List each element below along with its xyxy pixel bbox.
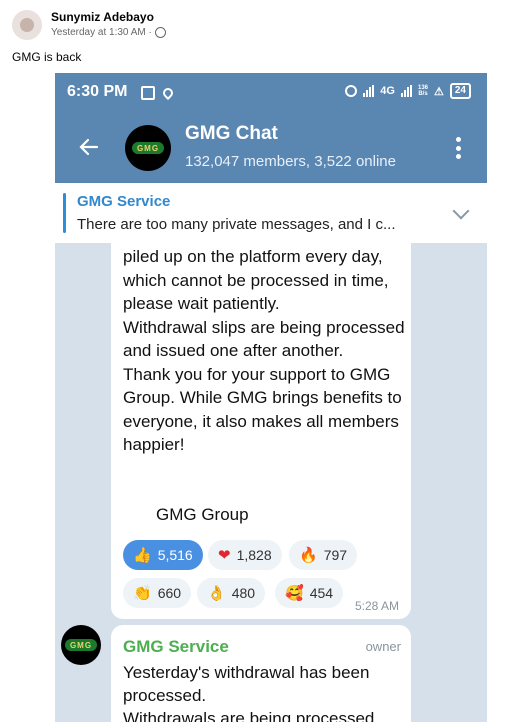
reaction-count: 660 <box>157 585 182 601</box>
smiling-hearts-icon: 🥰 <box>285 584 304 602</box>
signal2-icon <box>400 85 412 97</box>
reaction-ok[interactable]: 👌 480 <box>197 578 266 608</box>
pinned-text: There are too many private messages, and… <box>77 216 396 233</box>
author-avatar[interactable] <box>12 10 42 40</box>
reaction-count: 5,516 <box>157 547 193 563</box>
post-author[interactable]: Sunymiz Adebayo <box>51 10 154 24</box>
message-time: 5:28 AM <box>354 599 399 613</box>
owner-badge: owner <box>365 639 401 654</box>
post-meta: Yesterday at 1:30 AM · <box>51 27 166 38</box>
message-bubble[interactable]: piled up on the platform every day, whic… <box>111 243 411 619</box>
status-time: 6:30 PM <box>67 83 128 100</box>
thumbs-up-icon: 👍 <box>133 546 152 564</box>
reaction-love[interactable]: 🥰 454 <box>275 578 344 608</box>
gmg-logo: GMG <box>132 142 164 154</box>
pinned-message[interactable]: GMG Service There are too many private m… <box>55 183 487 243</box>
reaction-count: 480 <box>231 585 256 601</box>
telegram-screenshot: 6:30 PM 4G 136 B/s ⚠ 24 GMG GMG Chat 132… <box>55 73 487 722</box>
reaction-heart[interactable]: ❤ 1,828 <box>208 540 282 570</box>
signal-icon <box>363 85 375 97</box>
warning-icon: ⚠ <box>434 85 444 98</box>
message-bubble[interactable]: GMG Service owner Yesterday's withdrawal… <box>111 625 411 722</box>
back-arrow-icon[interactable] <box>79 137 99 157</box>
more-menu-icon[interactable] <box>455 137 461 159</box>
member-count: 132,047 members, 3,522 online <box>185 153 396 170</box>
chat-title[interactable]: GMG Chat <box>185 123 278 145</box>
avatar-figure <box>20 18 34 32</box>
sender-avatar[interactable]: GMG <box>61 625 101 665</box>
reaction-count: 797 <box>323 547 348 563</box>
chat-header: GMG GMG Chat 132,047 members, 3,522 onli… <box>55 113 487 183</box>
alarm-icon <box>345 85 358 97</box>
post-time[interactable]: Yesterday at 1:30 AM · <box>51 27 152 38</box>
post-text: GMG is back <box>12 50 82 64</box>
battery-icon: 24 <box>449 83 471 99</box>
reaction-like[interactable]: 👍 5,516 <box>123 540 203 570</box>
message-text: piled up on the platform every day, whic… <box>123 247 405 454</box>
reaction-count: 1,828 <box>236 547 272 563</box>
app-icon <box>141 86 155 100</box>
clap-icon: 👏 <box>133 584 152 602</box>
reaction-count: 454 <box>309 585 334 601</box>
heart-icon: ❤ <box>218 546 231 564</box>
network-speed: 136 B/s <box>418 85 428 97</box>
fire-icon: 🔥 <box>299 546 318 564</box>
globe-icon <box>154 27 166 38</box>
status-right-icons: 4G 136 B/s ⚠ 24 <box>345 83 471 99</box>
chevron-down-icon[interactable] <box>452 202 470 220</box>
message-signature: GMG Group <box>156 505 249 524</box>
facebook-post-header: Sunymiz Adebayo Yesterday at 1:30 AM · G… <box>0 0 511 70</box>
message-text: Yesterday's withdrawal has been processe… <box>123 663 375 722</box>
channel-avatar[interactable]: GMG <box>125 125 171 171</box>
ok-hand-icon: 👌 <box>207 584 226 602</box>
sender-name[interactable]: GMG Service <box>123 637 229 657</box>
reaction-clap[interactable]: 👏 660 <box>123 578 192 608</box>
status-bar: 6:30 PM 4G 136 B/s ⚠ 24 <box>55 73 487 113</box>
status-left-icons <box>141 85 176 101</box>
network-type: 4G <box>380 85 395 97</box>
gmg-logo: GMG <box>65 639 97 651</box>
pinned-title: GMG Service <box>77 193 171 210</box>
pinned-indicator <box>63 193 66 233</box>
reaction-fire[interactable]: 🔥 797 <box>289 540 358 570</box>
speed-unit: B/s <box>418 91 428 97</box>
location-icon <box>160 85 176 101</box>
